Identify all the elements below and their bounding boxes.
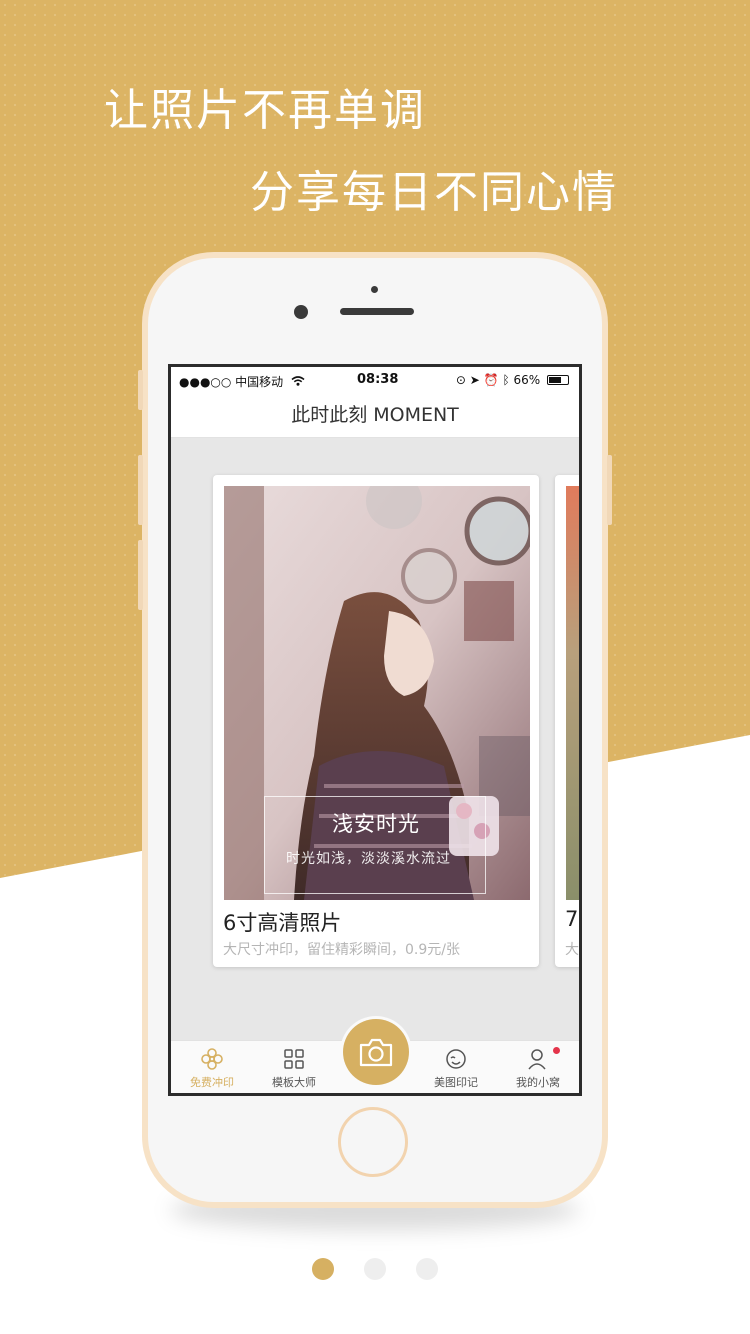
camera-button[interactable]	[343, 1019, 409, 1085]
tab-label: 我的小窝	[516, 1076, 560, 1089]
alarm-icon: ⏰	[483, 373, 499, 387]
card-title: 6寸高清照片	[223, 911, 342, 935]
rotation-lock-icon: ⊙	[455, 373, 466, 387]
headline-line-1: 让照片不再单调	[104, 85, 426, 136]
nav-bar: 此时此刻 MOMENT	[171, 393, 579, 438]
bluetooth-icon: ᛒ	[502, 373, 510, 387]
battery-icon	[547, 375, 569, 385]
overlay-subtitle: 时光如浅，淡淡溪水流过	[286, 851, 451, 867]
tab-meitu-imprint[interactable]: 美图印记	[415, 1041, 497, 1093]
overlay-title: 浅安时光	[332, 812, 420, 836]
front-camera	[294, 305, 308, 319]
battery-level	[549, 377, 561, 383]
user-icon	[526, 1047, 550, 1071]
tab-free-print[interactable]: 免费冲印	[171, 1041, 253, 1093]
location-icon: ➤	[469, 373, 480, 387]
wifi-icon	[291, 375, 305, 389]
onboarding-screen: 让照片不再单调 分享每日不同心情 ●●●○○ 中国移动 08:38 ⊙ ➤ ⏰ …	[0, 0, 750, 1334]
card-description-next: 大	[565, 942, 579, 958]
grid-icon	[282, 1047, 306, 1071]
product-card[interactable]: 浅安时光 时光如浅，淡淡溪水流过 6寸高清照片 大尺寸冲印，留住精彩瞬间，0.9…	[213, 475, 539, 967]
page-dot[interactable]	[364, 1258, 386, 1280]
product-photo: 浅安时光 时光如浅，淡淡溪水流过	[224, 486, 530, 900]
mute-switch	[138, 370, 143, 410]
face-icon	[444, 1047, 468, 1071]
volume-up-button	[138, 455, 143, 525]
home-button[interactable]	[338, 1107, 408, 1177]
camera-icon	[358, 1035, 394, 1073]
flower-icon	[200, 1047, 224, 1071]
product-photo-next	[566, 486, 579, 900]
tab-label: 美图印记	[434, 1076, 478, 1089]
tab-my-nest[interactable]: 我的小窝	[497, 1041, 579, 1093]
earpiece-speaker	[340, 308, 414, 315]
headline-line-2: 分享每日不同心情	[250, 167, 618, 218]
tab-label: 免费冲印	[190, 1076, 234, 1089]
product-card-next[interactable]: 7 大	[555, 475, 579, 967]
page-title: 此时此刻 MOMENT	[291, 404, 459, 426]
tab-template-master[interactable]: 模板大师	[253, 1041, 335, 1093]
volume-down-button	[138, 540, 143, 610]
notification-badge	[553, 1047, 560, 1054]
card-title-next: 7	[565, 907, 579, 931]
status-time: 08:38	[357, 372, 399, 387]
proximity-sensor	[371, 286, 378, 293]
power-button	[607, 455, 612, 525]
carrier-label: ●●●○○ 中国移动	[179, 375, 284, 389]
app-screen: ●●●○○ 中国移动 08:38 ⊙ ➤ ⏰ ᛒ 66% 此时此刻 MOMENT	[168, 364, 582, 1096]
status-bar: ●●●○○ 中国移动 08:38 ⊙ ➤ ⏰ ᛒ 66%	[171, 367, 579, 393]
page-dot[interactable]	[312, 1258, 334, 1280]
battery-percent: 66%	[513, 373, 541, 387]
card-description: 大尺寸冲印，留住精彩瞬间，0.9元/张	[223, 942, 460, 958]
page-dot[interactable]	[416, 1258, 438, 1280]
tab-label: 模板大师	[272, 1076, 316, 1089]
